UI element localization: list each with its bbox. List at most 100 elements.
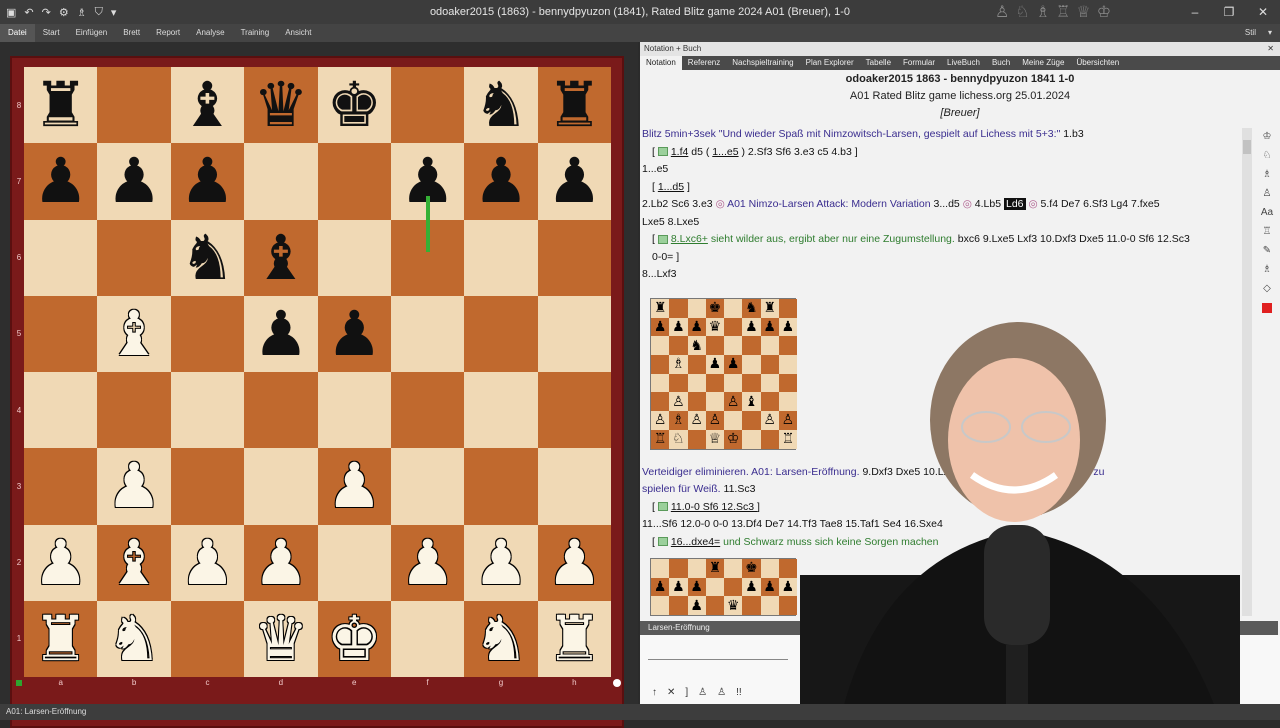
move[interactable]: 0-0= ] (652, 251, 679, 263)
white-b-piece[interactable]: ♝ (106, 302, 162, 365)
menu-datei[interactable]: Datei (0, 24, 35, 42)
quick-access-icon[interactable]: ↶ (24, 6, 33, 19)
move[interactable]: 2.Lb2 Sc6 3.e3 (642, 198, 713, 210)
white-n-piece[interactable]: ♞ (106, 607, 162, 670)
piece-icon[interactable]: ♗ (1036, 2, 1050, 22)
move[interactable]: 1.f4 (671, 146, 689, 158)
white-q-piece[interactable]: ♛ (253, 607, 309, 670)
move[interactable]: 1.b3 (1063, 128, 1083, 140)
menu-brett[interactable]: Brett (115, 24, 148, 42)
tab-1[interactable]: Referenz (682, 56, 726, 70)
board-square-f1[interactable] (390, 600, 465, 677)
board-square-e1[interactable]: ♚ (317, 600, 391, 677)
board-square-a1[interactable]: ♜ (24, 600, 98, 677)
board-square-c1[interactable] (170, 600, 245, 677)
timeline-control-icon[interactable]: ♙ (698, 687, 707, 698)
board-square-g8[interactable]: ♞ (464, 67, 538, 144)
color-marker-icon[interactable] (1262, 303, 1272, 313)
tool-icon[interactable]: ♔ (1259, 128, 1275, 145)
board-square-d2[interactable]: ♟ (244, 524, 318, 601)
board-square-b6[interactable] (97, 219, 171, 296)
chess-board[interactable]: ♜ ♝ ♛ ♚ ♞ ♜ ♟ ♟ ♟ ♟ ♟ ♟ ♞ ♝ ♝ ♟ ♟ ♟ ♟ ♟ ♝ ♟ ♟ ♟ ♟ ♟ ♜ ♞ ♛ ♚ ♞ ♜ (24, 67, 612, 677)
move[interactable]: ) 2.Sf3 Sf6 3.e3 c5 4.b3 ] (742, 146, 858, 158)
board-square-a3[interactable] (24, 448, 98, 525)
board-square-b1[interactable]: ♞ (97, 600, 171, 677)
board-square-b7[interactable]: ♟ (97, 143, 171, 220)
board-square-h4[interactable] (537, 372, 612, 449)
board-square-b2[interactable]: ♝ (97, 524, 171, 601)
move[interactable]: 16...dxe4= (671, 536, 720, 548)
board-square-g4[interactable] (464, 372, 538, 449)
board-square-c7[interactable]: ♟ (170, 143, 245, 220)
piece-icon[interactable]: ♖ (1056, 2, 1070, 22)
board-square-a5[interactable] (24, 295, 98, 372)
move[interactable]: 8...Lxf3 (642, 268, 676, 280)
white-p-piece[interactable]: ♟ (473, 531, 529, 594)
board-square-g7[interactable]: ♟ (464, 143, 538, 220)
move[interactable]: 5.f4 De7 6.Sf3 Lg4 7.fxe5 (1041, 198, 1160, 210)
board-square-e4[interactable] (317, 372, 391, 449)
board-square-f4[interactable] (390, 372, 465, 449)
move[interactable]: 1...d5 (658, 181, 684, 193)
scrollbar[interactable] (1242, 128, 1252, 616)
board-square-e5[interactable]: ♟ (317, 295, 391, 372)
close-button[interactable]: ✕ (1246, 0, 1280, 24)
minimize-button[interactable]: – (1178, 0, 1212, 24)
board-square-g2[interactable]: ♟ (464, 524, 538, 601)
piece-icon[interactable]: ♕ (1076, 2, 1090, 22)
board-square-e3[interactable]: ♟ (317, 448, 391, 525)
board-square-h6[interactable] (537, 219, 612, 296)
tab-9[interactable]: Übersichten (1070, 56, 1125, 70)
move[interactable]: 11...Sf6 12.0-0 0-0 13.Df4 De7 14.Tf3 Ta… (642, 518, 943, 530)
white-n-piece[interactable]: ♞ (473, 607, 529, 670)
board-square-c6[interactable]: ♞ (170, 219, 245, 296)
move[interactable]: 11.0-0 Sf6 12.Sc3 ] (671, 501, 760, 513)
board-square-b4[interactable] (97, 372, 171, 449)
menu-start[interactable]: Start (35, 24, 68, 42)
timeline-control-icon[interactable]: ↑ (652, 687, 657, 698)
white-p-piece[interactable]: ♟ (547, 531, 603, 594)
white-p-piece[interactable]: ♟ (180, 531, 236, 594)
quick-access-icon[interactable]: ▣ (6, 6, 16, 19)
board-square-h2[interactable]: ♟ (537, 524, 612, 601)
move[interactable]: bxc6 9.Lxe5 Lxf3 10.Dxf3 Dxe5 11.0-0 Sf6… (958, 233, 1190, 245)
board-square-g1[interactable]: ♞ (464, 600, 538, 677)
tool-icon[interactable]: ♙ (1259, 185, 1275, 202)
board-square-e6[interactable] (317, 219, 391, 296)
board-square-b5[interactable]: ♝ (97, 295, 171, 372)
board-square-f8[interactable] (390, 67, 465, 144)
timeline-control-icon[interactable]: ✕ (667, 687, 675, 698)
timeline-control-icon[interactable]: ♙ (717, 687, 726, 698)
black-n-piece[interactable]: ♞ (180, 226, 236, 289)
board-square-b8[interactable] (97, 67, 171, 144)
scroll-thumb[interactable] (1243, 140, 1251, 154)
white-p-piece[interactable]: ♟ (253, 531, 309, 594)
board-square-c8[interactable]: ♝ (170, 67, 245, 144)
quick-access-icon[interactable]: ▾ (111, 6, 117, 19)
board-square-h1[interactable]: ♜ (537, 600, 612, 677)
black-n-piece[interactable]: ♞ (473, 74, 529, 136)
move[interactable]: 8.Lxc6+ (671, 233, 708, 245)
white-b-piece[interactable]: ♝ (106, 531, 162, 594)
board-square-f3[interactable] (390, 448, 465, 525)
board-square-b3[interactable]: ♟ (97, 448, 171, 525)
white-r-piece[interactable]: ♜ (547, 607, 603, 670)
board-square-a2[interactable]: ♟ (24, 524, 98, 601)
tab-7[interactable]: Buch (986, 56, 1016, 70)
quick-access-icon[interactable]: ↷ (42, 6, 51, 19)
quick-access-icon[interactable]: ⛉ (95, 6, 103, 19)
close-icon[interactable]: ✕ (1267, 42, 1274, 56)
board-square-g3[interactable] (464, 448, 538, 525)
menu-training[interactable]: Training (233, 24, 278, 42)
board-square-d5[interactable]: ♟ (244, 295, 318, 372)
menu-analyse[interactable]: Analyse (188, 24, 232, 42)
board-square-f5[interactable] (390, 295, 465, 372)
black-b-piece[interactable]: ♝ (253, 226, 309, 289)
board-square-d4[interactable] (244, 372, 318, 449)
tool-icon[interactable]: ♖ (1259, 223, 1275, 240)
board-square-d6[interactable]: ♝ (244, 219, 318, 296)
board-square-h5[interactable] (537, 295, 612, 372)
tool-icon[interactable]: ♗ (1259, 166, 1275, 183)
board-square-g5[interactable] (464, 295, 538, 372)
white-p-piece[interactable]: ♟ (106, 455, 162, 517)
